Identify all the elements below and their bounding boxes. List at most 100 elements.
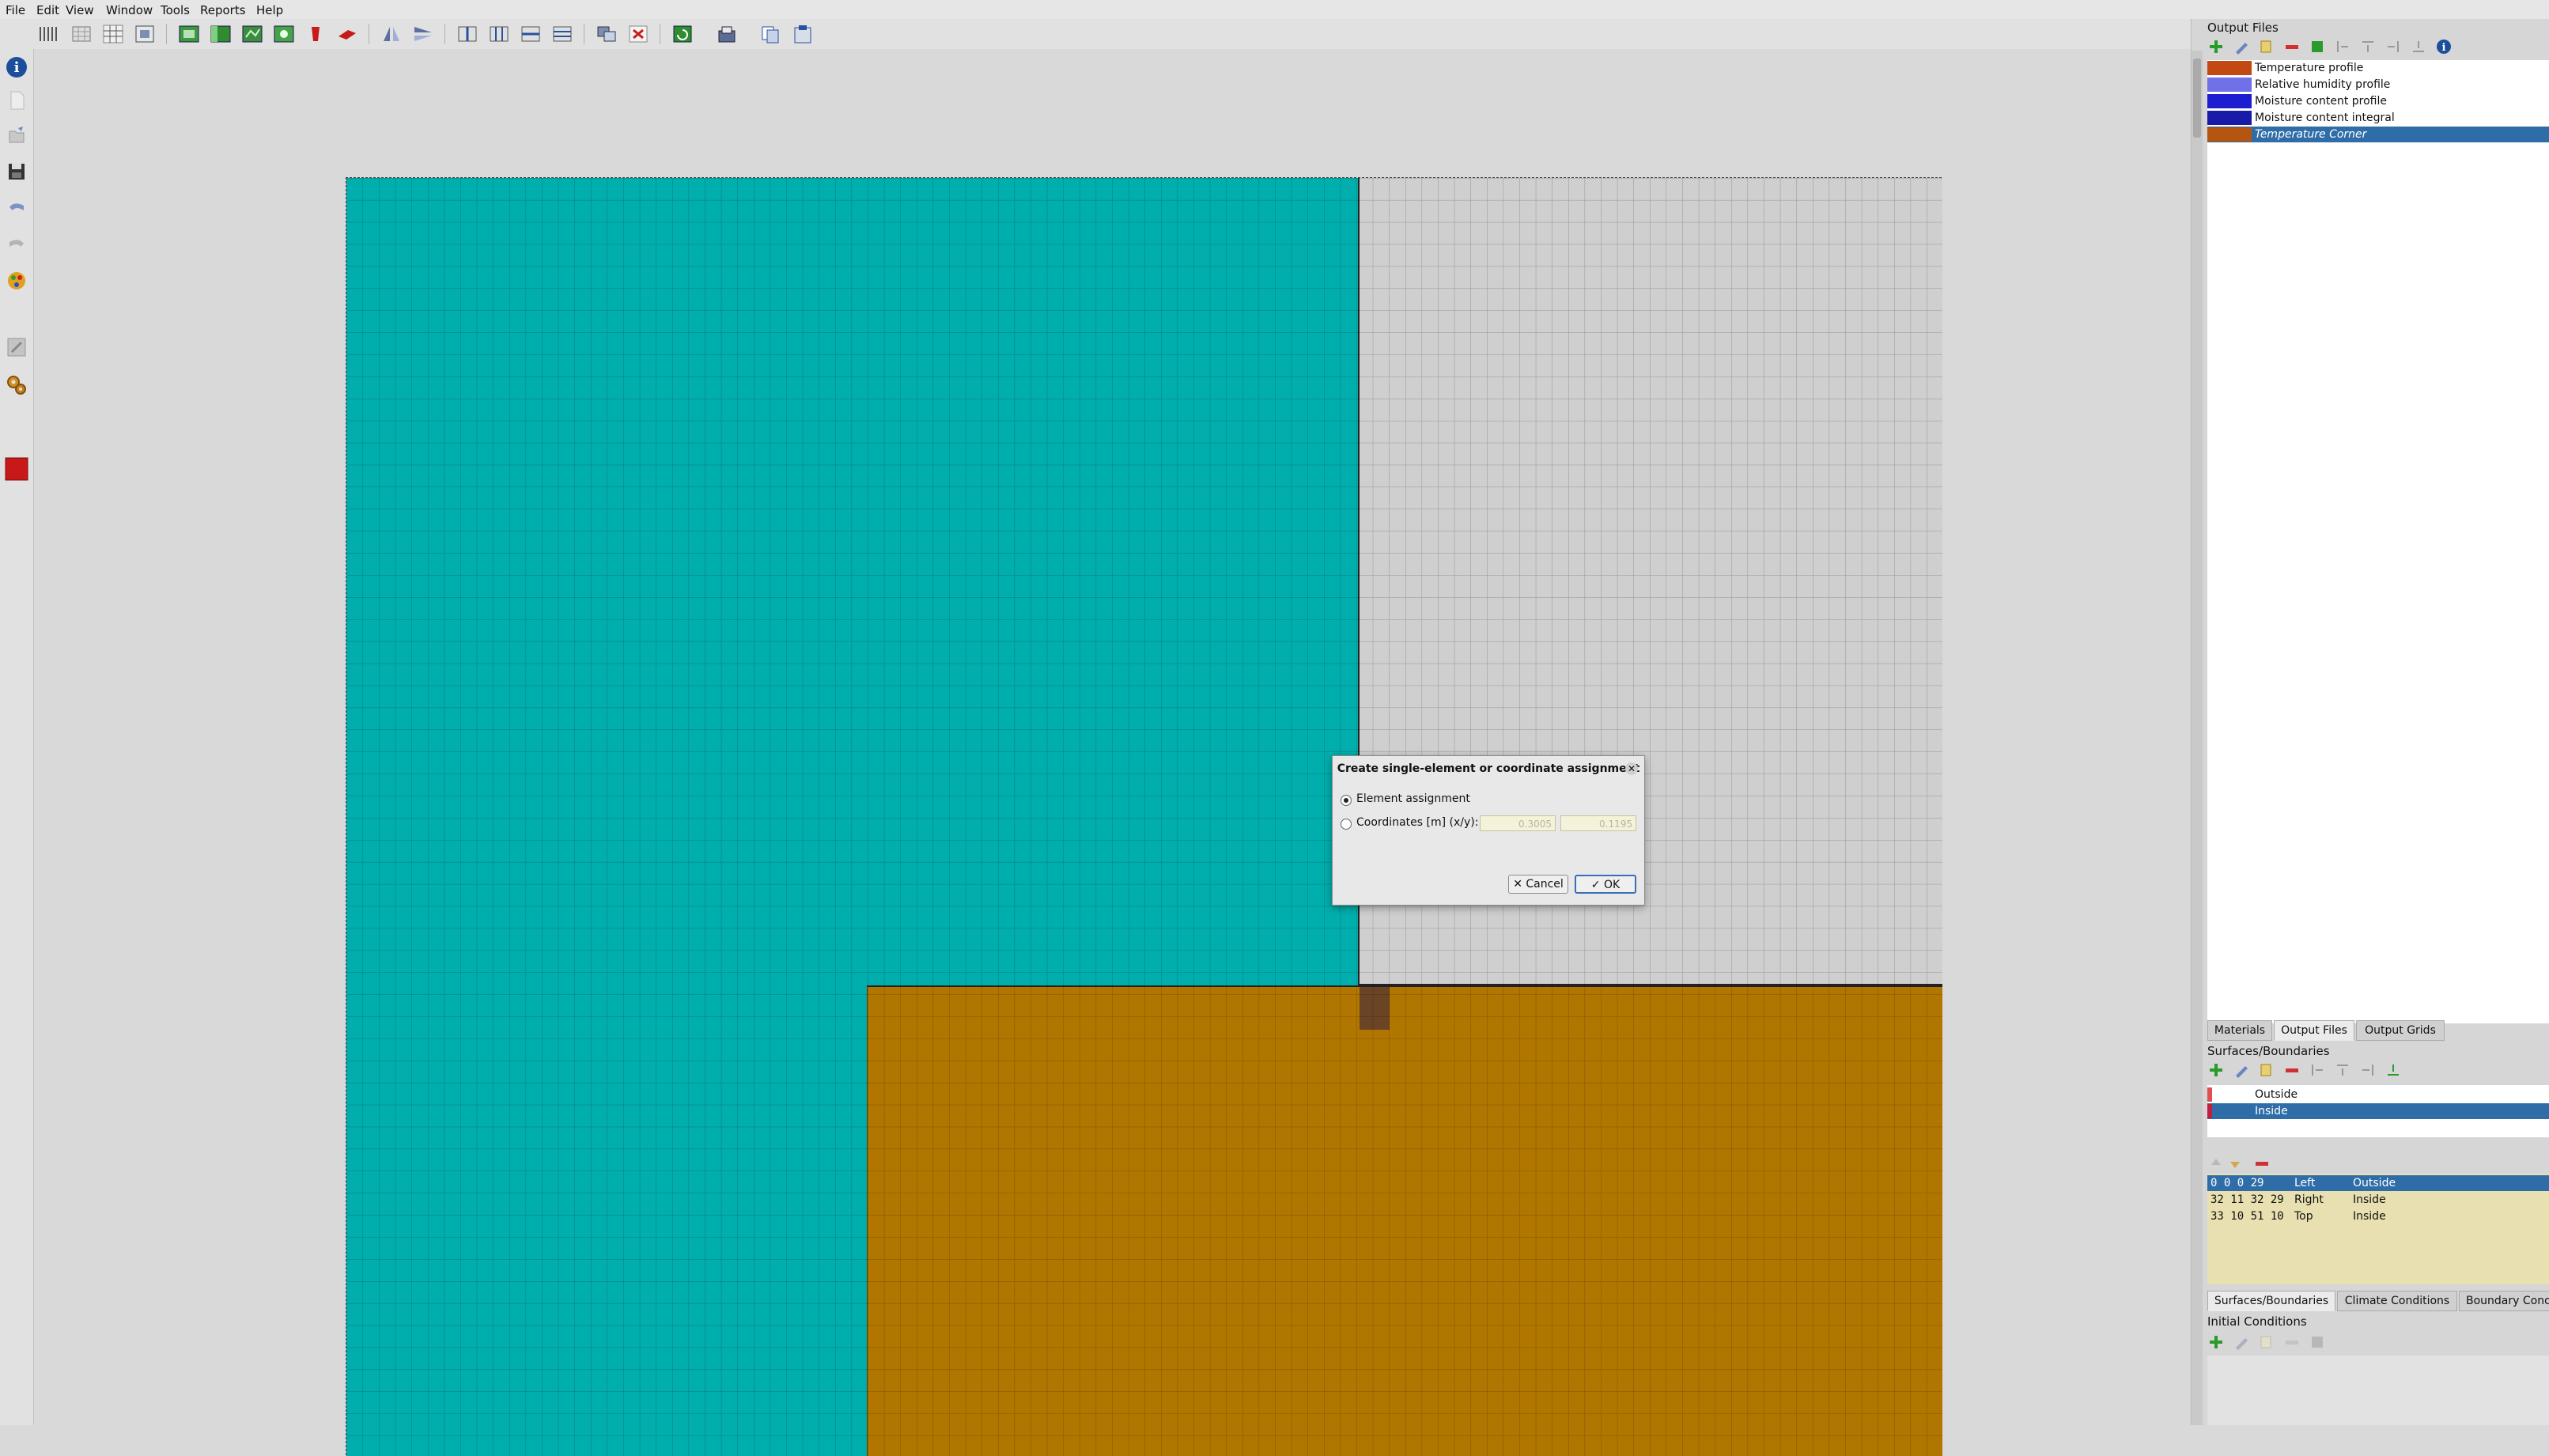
table-row-selected[interactable]: 0 0 0 29 Left Outside [2207, 1175, 2549, 1191]
zoom-fit-icon[interactable] [133, 24, 157, 44]
new-file-icon[interactable] [5, 89, 28, 112]
table-row[interactable]: 33 10 51 10 Top Inside [2207, 1208, 2549, 1224]
remove-icon[interactable] [2283, 1333, 2301, 1351]
x-coordinate-field[interactable]: 0.3005 [1480, 815, 1556, 831]
copy-icon[interactable] [759, 24, 783, 44]
tab-surfaces-boundaries[interactable]: Surfaces/Boundaries [2207, 1291, 2335, 1311]
list-item[interactable]: Moisture content integral [2207, 110, 2549, 126]
menu-window[interactable]: Window [106, 3, 153, 17]
cancel-x-icon: ✕ [1513, 878, 1526, 891]
copy-item-icon[interactable] [2258, 38, 2275, 55]
align-left-icon[interactable] [2334, 38, 2351, 55]
list-item[interactable]: Moisture content profile [2207, 93, 2549, 109]
assign-icon[interactable] [2309, 38, 2326, 55]
open-file-icon[interactable] [5, 123, 28, 147]
panel-scrollbar-thumb[interactable] [2193, 59, 2201, 138]
list-item-selected[interactable]: Inside [2207, 1103, 2549, 1119]
main-toolbar [0, 19, 2199, 50]
list-item[interactable]: Temperature profile [2207, 60, 2549, 76]
material-region-cyan-lower[interactable] [346, 985, 867, 1456]
edit-pencil-icon[interactable] [2233, 38, 2250, 55]
grid-dense-icon[interactable] [70, 24, 93, 44]
list-item-selected[interactable]: Temperature Corner [2207, 127, 2549, 142]
grid-toggle-icon[interactable] [101, 24, 125, 44]
panel-scrollbar[interactable] [2192, 51, 2203, 1425]
tab-climate-conditions[interactable]: Climate Conditions [2337, 1291, 2457, 1311]
copy-item-icon[interactable] [2258, 1333, 2275, 1351]
palette-icon[interactable] [5, 269, 28, 293]
mirror-horizontal-icon[interactable] [411, 24, 435, 44]
construction-canvas[interactable] [34, 49, 2192, 1456]
selected-element[interactable] [1360, 987, 1390, 1030]
menu-view[interactable]: View [66, 3, 94, 17]
align-top-icon[interactable] [2359, 38, 2377, 55]
align-bottom-icon[interactable] [2384, 1061, 2402, 1079]
assign-outputs-icon[interactable] [240, 24, 264, 44]
top-tabbar: Materials Output Files Output Grids [2207, 1020, 2549, 1041]
assign-boundary-icon[interactable] [209, 24, 233, 44]
grid-columns-icon[interactable] [36, 24, 60, 44]
refresh-icon[interactable] [671, 24, 694, 44]
remove-all-icon[interactable] [335, 24, 359, 44]
move-up-icon[interactable] [2207, 1155, 2225, 1172]
material-region-cyan-upper[interactable] [346, 178, 1360, 985]
info-icon[interactable]: i [5, 55, 28, 79]
export-icon[interactable] [715, 24, 739, 44]
merge-icon[interactable] [595, 24, 618, 44]
tab-output-grids[interactable]: Output Grids [2356, 1020, 2445, 1041]
align-right-icon[interactable] [2384, 38, 2402, 55]
ok-button[interactable]: ✓ OK [1575, 875, 1636, 894]
tab-materials[interactable]: Materials [2207, 1020, 2272, 1041]
redo-icon[interactable] [5, 233, 28, 256]
align-left-icon[interactable] [2309, 1061, 2326, 1079]
undo-icon[interactable] [5, 196, 28, 220]
close-icon[interactable]: ✕ [1625, 762, 1638, 775]
add-icon[interactable] [2207, 38, 2225, 55]
add-icon[interactable] [2207, 1061, 2225, 1079]
assign-icon[interactable] [2309, 1333, 2326, 1351]
menu-reports[interactable]: Reports [200, 3, 246, 17]
assign-material-icon[interactable] [177, 24, 201, 44]
tab-output-files[interactable]: Output Files [2274, 1020, 2354, 1041]
output-files-list: Temperature profile Relative humidity pr… [2207, 60, 2549, 1023]
edit-tool-icon[interactable] [5, 335, 28, 359]
delete-grid-icon[interactable] [626, 24, 650, 44]
coordinates-radio[interactable] [1341, 819, 1352, 830]
split-column-icon[interactable] [487, 24, 511, 44]
menu-edit[interactable]: Edit [36, 3, 59, 17]
menu-file[interactable]: File [6, 3, 25, 17]
tab-boundary-conditions[interactable]: Boundary Cond [2459, 1291, 2549, 1311]
stop-icon[interactable] [5, 457, 28, 481]
remove-icon[interactable] [2253, 1155, 2271, 1172]
remove-icon[interactable] [2283, 1061, 2301, 1079]
list-item[interactable]: Outside [2207, 1087, 2549, 1102]
split-row-icon[interactable] [550, 24, 574, 44]
y-coordinate-field[interactable]: 0.1195 [1560, 815, 1636, 831]
mirror-vertical-icon[interactable] [380, 24, 403, 44]
insert-column-icon[interactable] [456, 24, 479, 44]
align-right-icon[interactable] [2359, 1061, 2377, 1079]
move-down-icon[interactable] [2226, 1155, 2244, 1172]
copy-item-icon[interactable] [2258, 1061, 2275, 1079]
table-row[interactable]: 32 11 32 29 Right Inside [2207, 1192, 2549, 1208]
remove-icon[interactable] [2283, 38, 2301, 55]
list-item[interactable]: Relative humidity profile [2207, 77, 2549, 93]
add-icon[interactable] [2207, 1333, 2225, 1351]
edit-pencil-icon[interactable] [2233, 1333, 2250, 1351]
paste-icon[interactable] [791, 24, 815, 44]
construction-grid[interactable] [346, 177, 1942, 1456]
menu-help[interactable]: Help [256, 3, 283, 17]
menu-tools[interactable]: Tools [161, 3, 190, 17]
assign-initial-icon[interactable] [272, 24, 296, 44]
save-icon[interactable] [5, 160, 28, 183]
element-assignment-radio[interactable] [1341, 795, 1352, 806]
info-small-icon[interactable]: i [2435, 38, 2453, 55]
insert-row-icon[interactable] [519, 24, 543, 44]
edit-pencil-icon[interactable] [2233, 1061, 2250, 1079]
material-region-orange[interactable] [867, 985, 1942, 1456]
settings-gears-icon[interactable] [5, 373, 28, 397]
cancel-button[interactable]: ✕ Cancel [1508, 875, 1568, 894]
align-top-icon[interactable] [2334, 1061, 2351, 1079]
delete-assignment-icon[interactable] [304, 24, 327, 44]
align-bottom-icon[interactable] [2410, 38, 2427, 55]
